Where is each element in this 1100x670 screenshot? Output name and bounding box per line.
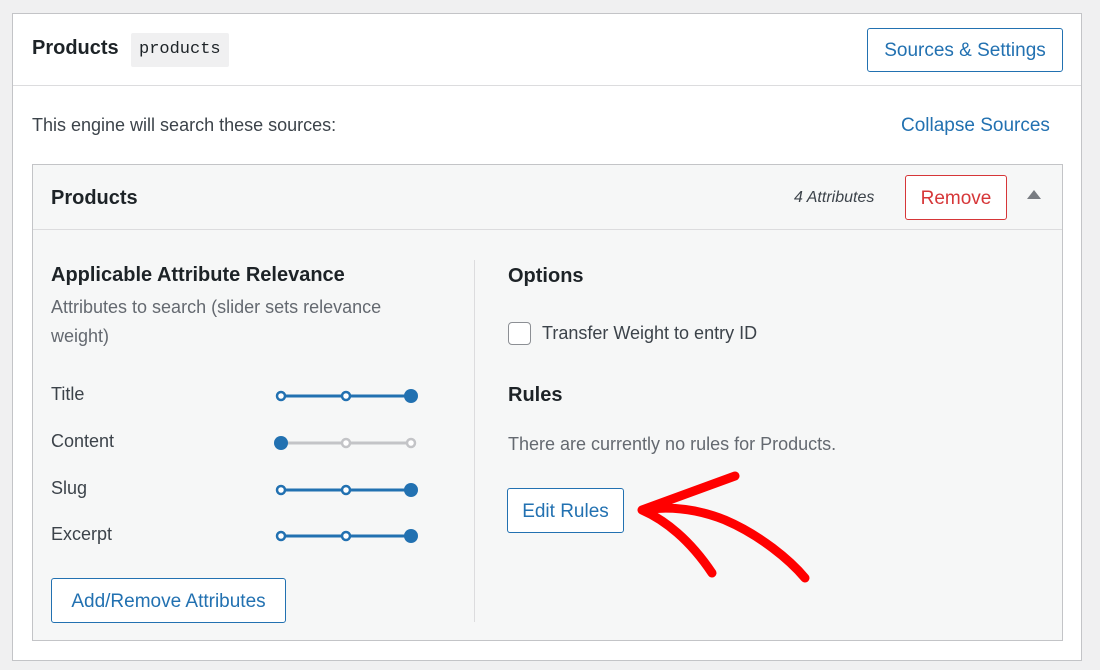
- relevance-slider-title[interactable]: [271, 386, 421, 406]
- slider-handle: [404, 483, 418, 497]
- rules-empty-message: There are currently no rules for Product…: [508, 434, 837, 454]
- options-heading: Options: [508, 265, 584, 287]
- attribute-label-slug: Slug: [51, 478, 88, 498]
- slider-step: [340, 437, 352, 449]
- slider-handle: [274, 436, 288, 450]
- engine-card: Products products Sources & Settings Thi…: [12, 13, 1082, 661]
- relevance-heading: Applicable Attribute Relevance: [51, 264, 345, 286]
- relevance-slider-content[interactable]: [271, 433, 421, 453]
- relevance-slider-slug[interactable]: [271, 480, 421, 500]
- engine-description: This engine will search these sources:: [32, 115, 337, 135]
- relevance-slider-excerpt[interactable]: [271, 526, 421, 546]
- transfer-weight-checkbox[interactable]: [508, 322, 531, 345]
- column-divider: [474, 260, 475, 622]
- slider-step: [340, 484, 352, 496]
- source-title: Products: [51, 187, 138, 209]
- slider-handle: [404, 529, 418, 543]
- transfer-weight-label: Transfer Weight to entry ID: [542, 323, 758, 343]
- edit-rules-button[interactable]: Edit Rules: [507, 488, 624, 533]
- relevance-description: Attributes to search (slider sets releva…: [51, 297, 382, 346]
- slider-step: [275, 390, 287, 402]
- attribute-label-excerpt: Excerpt: [51, 524, 113, 544]
- slider-step: [340, 390, 352, 402]
- sources-settings-button[interactable]: Sources & Settings: [867, 28, 1063, 72]
- remove-source-button[interactable]: Remove: [905, 175, 1007, 220]
- slider-step: [405, 437, 417, 449]
- slider-handle: [404, 389, 418, 403]
- attribute-count: 4 Attributes: [794, 189, 875, 206]
- slider-step: [275, 530, 287, 542]
- collapse-sources-link[interactable]: Collapse Sources: [901, 115, 1050, 137]
- attribute-label-title: Title: [51, 384, 85, 404]
- source-header: Products 4 Attributes Remove: [33, 165, 1062, 230]
- slider-step: [275, 484, 287, 496]
- attribute-label-content: Content: [51, 431, 115, 451]
- add-remove-attributes-button[interactable]: Add/Remove Attributes: [51, 578, 286, 623]
- triangle-up-icon[interactable]: [1027, 190, 1041, 199]
- engine-title: Products: [32, 37, 119, 59]
- engine-slug-badge: products: [131, 33, 229, 67]
- slider-step: [340, 530, 352, 542]
- source-panel: Products 4 Attributes Remove Applicable …: [32, 164, 1063, 641]
- engine-header: Products products Sources & Settings: [13, 14, 1081, 86]
- rules-heading: Rules: [508, 384, 563, 406]
